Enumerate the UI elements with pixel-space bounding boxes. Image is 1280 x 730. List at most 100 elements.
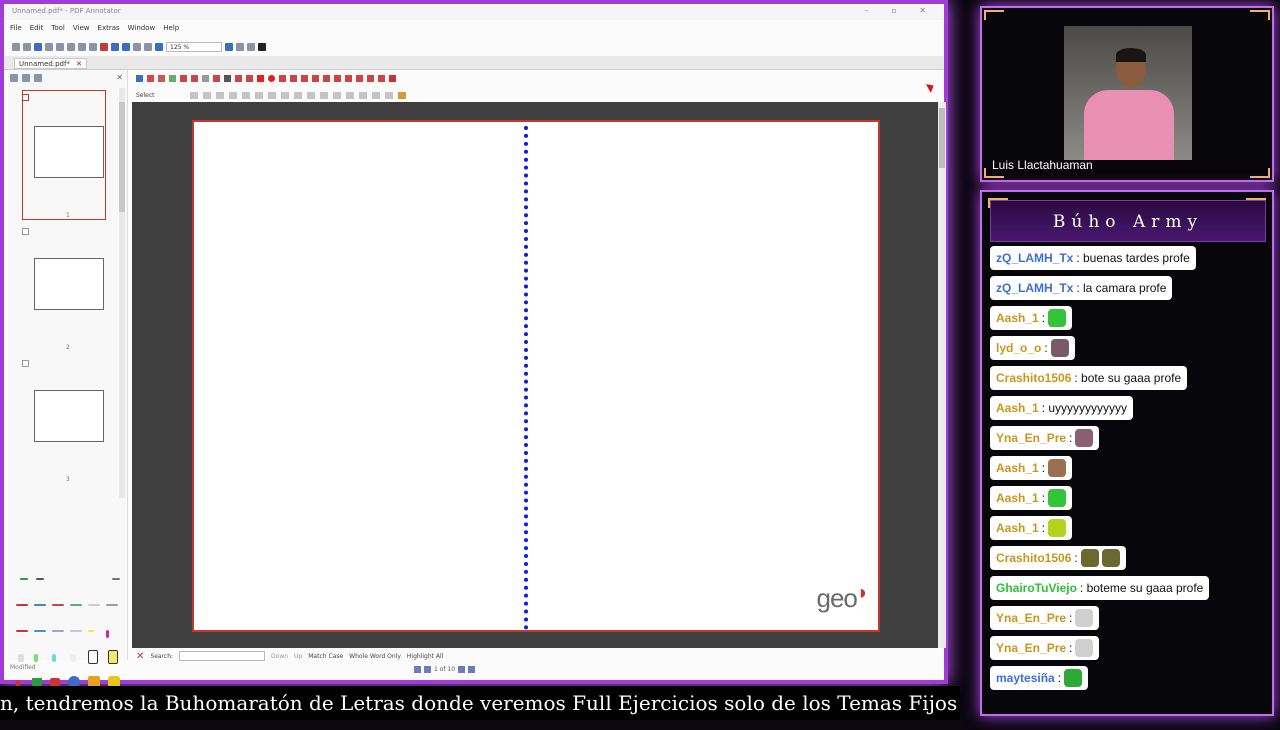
highlight-all-option[interactable]: Highlight All [407,653,443,660]
lock-icon[interactable] [228,91,237,99]
undo-icon[interactable] [111,43,119,51]
window-controls[interactable]: – ▫ ✕ [865,6,936,15]
whole-word-option[interactable]: Whole Word Only [349,653,401,660]
marker-light-icon[interactable] [70,630,82,632]
pen-tool-icon[interactable] [180,74,187,82]
favorite-heart-icon[interactable] [389,74,396,82]
image-tool-icon[interactable] [334,74,341,82]
save-as-icon[interactable] [45,43,53,51]
eraser-tool-icon[interactable] [345,74,352,82]
chat-username[interactable]: Yna_En_Pre [996,611,1066,625]
text-tool-icon[interactable] [301,74,308,82]
page-indicator[interactable]: 1 of 10 [434,666,455,673]
menu-window[interactable]: Window [128,24,156,34]
marker-red-icon[interactable] [16,630,28,632]
highlighter-yellow-icon[interactable] [88,630,94,632]
link-tool-icon[interactable] [312,74,319,82]
pen-gray-icon[interactable] [88,604,100,606]
hand-tool-icon[interactable] [158,74,165,82]
select-tool-icon[interactable] [136,74,143,82]
pen-red-thin-icon[interactable] [52,604,64,606]
zoom-field[interactable]: 125 % [166,42,222,52]
stamp-tool-icon[interactable] [213,74,220,82]
find-icon[interactable] [133,43,141,51]
thumbnail-checkbox[interactable] [22,94,29,101]
remove-tool-icon[interactable] [36,578,44,580]
match-case-option[interactable]: Match Case [308,653,343,660]
zoom-tool-icon[interactable] [169,74,176,82]
fit-width-icon[interactable] [247,43,255,51]
highlighter-tool-icon[interactable] [202,74,209,82]
distribute-icon[interactable] [241,91,250,99]
group-icon[interactable] [254,91,263,99]
text-tool-icon[interactable] [70,654,76,662]
menu-view[interactable]: View [73,24,90,34]
chat-username[interactable]: Aash_1 [996,491,1039,505]
highlight-green-icon[interactable] [34,654,38,662]
cut-icon[interactable] [67,43,75,51]
chat-username[interactable]: maytesiña [996,671,1055,685]
menu-help[interactable]: Help [163,24,179,34]
thumbnail-scrollbar[interactable] [119,88,125,498]
pointer-tool-icon[interactable] [147,74,154,82]
measure-tool-icon[interactable] [367,74,374,82]
new-icon[interactable] [12,43,20,51]
print-icon[interactable] [56,43,64,51]
lasso-tool-icon[interactable] [323,74,330,82]
fullscreen-icon[interactable] [258,43,266,51]
document-view[interactable]: geo◗ [132,102,938,648]
ellipse-tool-icon[interactable] [268,74,275,82]
sum-tool-icon[interactable] [378,74,385,82]
cloud-tool-icon[interactable] [290,74,297,82]
thumbnail-checkbox[interactable] [22,360,29,367]
chat-username[interactable]: Yna_En_Pre [996,431,1066,445]
thumbnail-view-icon[interactable] [22,74,30,82]
close-tab-icon[interactable]: ✕ [76,60,82,68]
thumbnail-page-2[interactable]: 2 [22,226,106,354]
last-page-icon[interactable] [468,666,476,673]
rotate-left-icon[interactable] [319,91,328,99]
line-tool-icon[interactable] [235,74,242,82]
pen-green-icon[interactable] [70,604,82,606]
chat-username[interactable]: Aash_1 [996,521,1039,535]
first-page-icon[interactable] [414,666,421,673]
dropdown-icon[interactable] [224,74,231,82]
marker-blue-icon[interactable] [34,630,46,632]
chat-username[interactable]: Crashito1506 [996,551,1071,565]
chat-username[interactable]: lyd_o_o [996,341,1041,355]
bring-front-icon[interactable] [280,91,289,99]
prev-page-icon[interactable] [424,666,431,673]
search-up-button[interactable]: Up [294,653,302,660]
save-icon[interactable] [34,43,42,51]
thumbnail-page-3[interactable]: 3 [22,358,106,486]
search-down-button[interactable]: Down [271,653,288,660]
marker-tool-icon[interactable] [191,74,198,82]
image-properties-icon[interactable] [397,91,406,99]
document-scrollbar[interactable] [938,102,946,648]
thumbnail-page-1[interactable]: 1 [22,92,106,220]
copy-icon[interactable] [78,43,86,51]
chat-username[interactable]: Aash_1 [996,401,1039,415]
next-page-icon[interactable] [458,666,466,673]
redo-icon[interactable] [122,43,130,51]
menu-tool[interactable]: Tool [51,24,65,34]
chat-username[interactable]: zQ_LAMH_Tx [996,251,1073,265]
chat-username[interactable]: Yna_En_Pre [996,641,1066,655]
rotate-icon[interactable] [144,43,152,51]
search-input[interactable] [179,651,266,661]
add-tool-icon[interactable] [20,578,28,580]
open-icon[interactable] [23,43,31,51]
zoom-out-icon[interactable] [155,43,163,51]
pen-red-icon[interactable] [16,604,28,606]
tab-unnamed-pdf[interactable]: Unnamed.pdf* ✕ [14,58,88,69]
paste-icon[interactable] [89,43,97,51]
delete-icon[interactable] [100,43,108,51]
marker-gray-icon[interactable] [52,630,64,632]
textbox-yellow-icon[interactable] [108,650,118,664]
thumbnail-checkbox[interactable] [22,228,29,235]
align-left-icon[interactable] [189,91,198,99]
close-search-icon[interactable]: ✕ [136,651,144,662]
rotate-right-icon[interactable] [332,91,341,99]
align-center-icon[interactable] [202,91,211,99]
pen-slate-icon[interactable] [106,604,118,606]
